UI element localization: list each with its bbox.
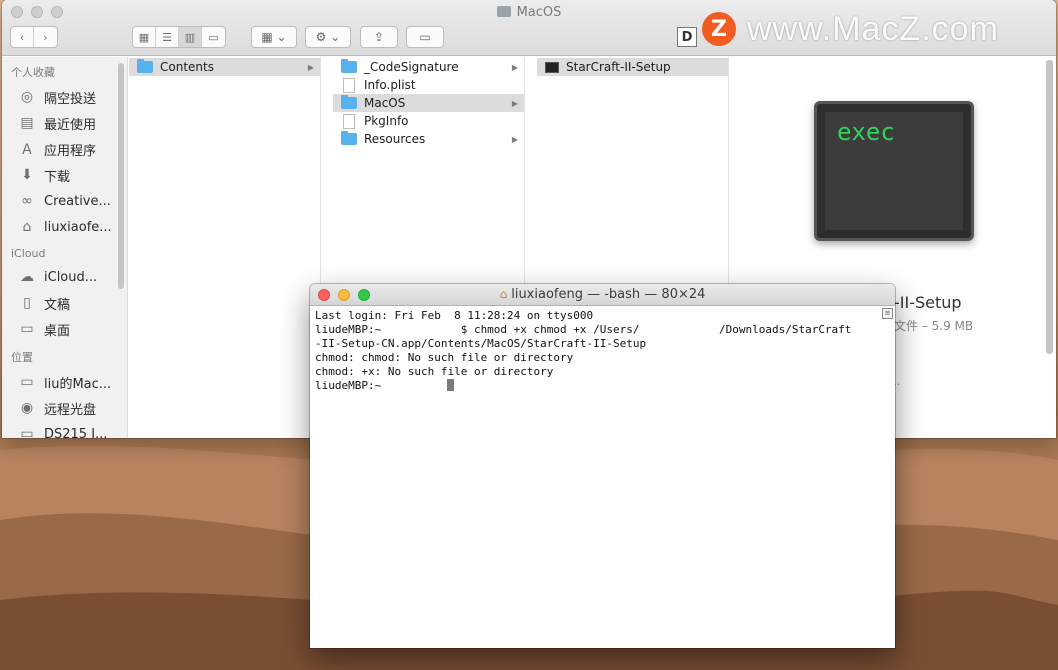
laptop-icon: ▭ [20, 374, 34, 390]
terminal-titlebar: ⌂ liuxiaofeng — -bash — 80×24 [310, 284, 895, 306]
sidebar-item-server[interactable]: ▭ DS215 I... [2, 421, 127, 438]
chevron-right-icon: ▶ [307, 62, 314, 72]
folder-icon [341, 59, 357, 73]
sidebar-item-desktop[interactable]: ▭ 桌面 [2, 316, 127, 342]
terminal-exec-icon [545, 61, 559, 73]
action-gear-icon[interactable]: ⚙ ⌄ [305, 26, 351, 48]
terminal-line: Last login: Fri Feb 8 11:28:24 on ttys00… [315, 309, 594, 322]
file-icon [343, 113, 355, 129]
list-item-info-plist[interactable]: Info.plist [333, 76, 524, 94]
watermark-text: www.MacZ.com [747, 10, 999, 48]
sidebar-item-home[interactable]: ⌂ liuxiaofe... [2, 214, 127, 240]
forward-icon[interactable]: › [34, 27, 57, 47]
finder-scrollbar[interactable] [1046, 60, 1053, 354]
chevron-right-icon: ▶ [511, 62, 518, 72]
terminal-window: ⌂ liuxiaofeng — -bash — 80×24 ≡ Last logi… [310, 284, 895, 648]
sidebar-scrollbar[interactable] [118, 63, 124, 289]
icon-view-icon[interactable]: ▦ [133, 27, 156, 47]
sidebar-header-favorites: 个人收藏 [11, 66, 55, 79]
tag-icon[interactable]: ▭ [406, 26, 444, 48]
sidebar-item-recents[interactable]: ▤ 最近使用 [2, 110, 127, 136]
preview-file-name: -II-Setup [894, 293, 962, 312]
preview-file-meta: 文件 – 5.9 MB [894, 319, 974, 333]
exec-icon-label: exec [837, 118, 895, 146]
remote-disc-icon: ◉ [20, 400, 34, 416]
view-switcher: ▦ ☰ ▥ ▭ [132, 26, 226, 48]
creative-cloud-icon: ∞ [21, 193, 33, 209]
terminal-output[interactable]: Last login: Fri Feb 8 11:28:24 on ttys00… [310, 307, 895, 648]
arrange-icon[interactable]: ▦ ⌄ [251, 26, 297, 48]
gallery-view-icon[interactable]: ▭ [202, 27, 225, 47]
list-item-contents[interactable]: Contents ▶ [129, 58, 320, 76]
recents-icon: ▤ [20, 115, 34, 131]
folder-icon [496, 6, 511, 17]
terminal-line: chmod: chmod: No such file or directory [315, 351, 574, 364]
list-item-macos[interactable]: MacOS ▶ [333, 94, 524, 112]
sidebar-item-remote-disc[interactable]: ◉ 远程光盘 [2, 395, 127, 421]
d-button[interactable]: D [677, 27, 697, 47]
desktop-icon: ▭ [20, 321, 34, 337]
terminal-title: ⌂ liuxiaofeng — -bash — 80×24 [499, 287, 706, 302]
home-icon: ⌂ [22, 219, 32, 235]
sidebar: 个人收藏 ◎ 隔空投送 ▤ 最近使用 Ａ 应用程序 ⬇ 下载 ∞ Creative... … [2, 57, 128, 438]
sidebar-header-icloud: iCloud [11, 247, 46, 260]
chevron-right-icon: ▶ [511, 134, 518, 144]
text-cursor [447, 379, 455, 391]
finder-toolbar: MacOS ‹ › ▦ ☰ ▥ ▭ ▦ ⌄ ⚙ ⌄ ⇪ ▭ D Z www.Ma… [2, 0, 1056, 56]
watermark-logo: Z [702, 12, 736, 46]
back-icon[interactable]: ‹ [11, 27, 34, 47]
folder-icon [137, 59, 153, 73]
share-icon[interactable]: ⇪ [360, 26, 398, 48]
sidebar-item-applications[interactable]: Ａ 应用程序 [2, 136, 127, 162]
downloads-icon: ⬇ [21, 167, 33, 183]
list-item-starcraft-setup[interactable]: StarCraft-II-Setup [537, 58, 728, 76]
terminal-prompt-line: liudeMBP:~ [315, 379, 890, 393]
icloud-icon: ☁ [20, 269, 34, 285]
file-icon [343, 77, 355, 93]
home-icon: ⌂ [499, 287, 508, 301]
sidebar-item-airdrop[interactable]: ◎ 隔空投送 [2, 84, 127, 110]
sidebar-item-creative-cloud[interactable]: ∞ Creative... [2, 188, 127, 214]
folder-icon [341, 131, 357, 145]
exec-file-icon: exec [814, 101, 974, 241]
sidebar-header-locations: 位置 [11, 351, 33, 364]
sidebar-item-icloud-drive[interactable]: ☁ iCloud... [2, 264, 127, 290]
documents-icon: ▯ [23, 295, 31, 311]
airdrop-icon: ◎ [20, 89, 34, 105]
applications-icon: Ａ [20, 142, 34, 158]
column-1: Contents ▶ [129, 57, 321, 438]
chevron-right-icon: ▶ [511, 98, 518, 108]
server-icon: ▭ [20, 426, 34, 438]
list-item-codesignature[interactable]: _CodeSignature ▶ [333, 58, 524, 76]
terminal-prompt: liudeMBP:~ [315, 379, 448, 392]
folder-icon [341, 95, 357, 109]
list-item-pkginfo[interactable]: PkgInfo [333, 112, 524, 130]
nav-buttons: ‹ › [10, 26, 58, 48]
list-item-resources[interactable]: Resources ▶ [333, 130, 524, 148]
sidebar-item-documents[interactable]: ▯ 文稿 [2, 290, 127, 316]
column-view-icon[interactable]: ▥ [179, 27, 202, 47]
sidebar-item-downloads[interactable]: ⬇ 下载 [2, 162, 127, 188]
sidebar-item-mac[interactable]: ▭ liu的Mac... [2, 369, 127, 395]
list-view-icon[interactable]: ☰ [156, 27, 179, 47]
terminal-line: chmod: +x: No such file or directory [315, 365, 554, 378]
terminal-line: -II-Setup-CN.app/Contents/MacOS/StarCraf… [315, 337, 647, 350]
terminal-line: liudeMBP:~ $ chmod +x chmod +x /Users/ /… [315, 323, 852, 336]
